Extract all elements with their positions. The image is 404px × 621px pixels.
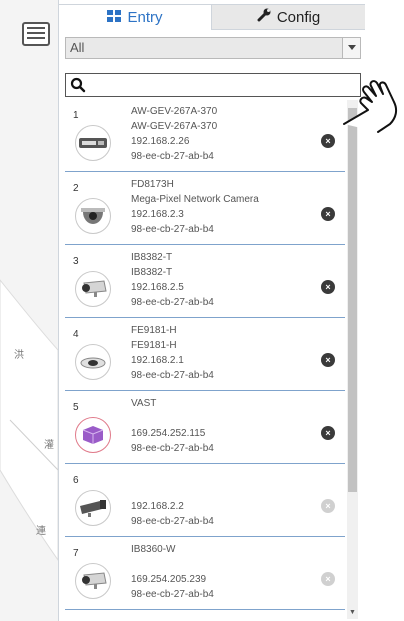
device-item[interactable]: 3 IB8382-T IB8382-T 192.168.2.5 98-ee-cb…: [65, 246, 345, 318]
device-description: AW-GEV-267A-370: [131, 121, 218, 132]
device-ip: 192.168.2.1: [131, 355, 184, 366]
device-index: 5: [73, 402, 79, 413]
scroll-down-arrow-icon[interactable]: ▼: [348, 609, 357, 617]
remove-device-button[interactable]: ×: [321, 572, 335, 586]
device-panel: Entry Config All 1 AW-GEV-267A-370 AW-GE…: [58, 0, 365, 621]
device-info: FE9181-H FE9181-H 192.168.2.1 98-ee-cb-2…: [131, 323, 311, 383]
device-mac: 98-ee-cb-27-ab-b4: [131, 516, 214, 527]
filter-select[interactable]: All: [65, 37, 361, 59]
device-mac: 98-ee-cb-27-ab-b4: [131, 224, 214, 235]
hand-pointer-icon: [343, 80, 398, 133]
map-label-3: 連: [36, 526, 46, 537]
map-label-2: 灌: [44, 440, 54, 451]
device-ip: 192.168.2.2: [131, 501, 184, 512]
device-mac: 98-ee-cb-27-ab-b4: [131, 370, 214, 381]
device-model: IB8382-T: [131, 252, 173, 263]
fisheye-camera-icon: [75, 344, 111, 380]
vast-server-icon: [75, 417, 111, 453]
tab-config[interactable]: Config: [212, 4, 365, 30]
device-info: 192.168.2.2 98-ee-cb-27-ab-b4: [131, 469, 311, 529]
search-icon: [70, 77, 86, 98]
device-mac: 98-ee-cb-27-ab-b4: [131, 443, 214, 454]
side-menu-button[interactable]: [22, 22, 50, 46]
device-info: FD8173H Mega-Pixel Network Camera 192.16…: [131, 177, 311, 237]
map-road-shapes: [0, 279, 58, 561]
remove-device-button[interactable]: ×: [321, 280, 335, 294]
list-menu-icon: [27, 27, 45, 39]
device-ip: 169.254.252.115: [131, 428, 206, 439]
device-description: [131, 411, 311, 426]
device-item[interactable]: 4 FE9181-H FE9181-H 192.168.2.1 98-ee-cb…: [65, 319, 345, 391]
bullet-camera-icon: [75, 271, 111, 307]
map-background: 洪 灌 連: [0, 0, 58, 621]
device-index: 1: [73, 110, 79, 121]
device-index: 6: [73, 475, 79, 486]
device-index: 4: [73, 329, 79, 340]
filter-selected-value: All: [70, 40, 85, 55]
device-mac: 98-ee-cb-27-ab-b4: [131, 297, 214, 308]
grid-icon: [107, 9, 122, 26]
device-description: [131, 557, 311, 572]
device-ip: 169.254.205.239: [131, 574, 207, 585]
device-index: 7: [73, 548, 79, 559]
wrench-icon: [257, 8, 271, 26]
map-label-1: 洪: [14, 350, 24, 361]
device-description: FE9181-H: [131, 340, 177, 351]
device-info: AW-GEV-267A-370 AW-GEV-267A-370 192.168.…: [131, 104, 311, 164]
device-model: FD8173H: [131, 179, 174, 190]
device-list: 1 AW-GEV-267A-370 AW-GEV-267A-370 192.16…: [65, 100, 345, 619]
remove-device-button[interactable]: ×: [321, 134, 335, 148]
remove-device-button[interactable]: ×: [321, 353, 335, 367]
panel-tabs: Entry Config: [59, 4, 365, 30]
list-scrollbar[interactable]: ▼: [347, 100, 358, 619]
device-mac: 98-ee-cb-27-ab-b4: [131, 589, 214, 600]
search-input[interactable]: [92, 76, 352, 94]
device-description: [131, 484, 311, 499]
tab-entry[interactable]: Entry: [59, 4, 212, 30]
remove-device-button[interactable]: ×: [321, 499, 335, 513]
device-model: AW-GEV-267A-370: [131, 106, 218, 117]
remove-device-button[interactable]: ×: [321, 426, 335, 440]
device-item[interactable]: 1 AW-GEV-267A-370 AW-GEV-267A-370 192.16…: [65, 100, 345, 172]
device-index: 2: [73, 183, 79, 194]
device-model: [131, 469, 311, 484]
tab-entry-label: Entry: [127, 9, 163, 26]
dropdown-arrow-icon: [342, 38, 360, 58]
device-info: IB8382-T IB8382-T 192.168.2.5 98-ee-cb-2…: [131, 250, 311, 310]
device-item[interactable]: 2 FD8173H Mega-Pixel Network Camera 192.…: [65, 173, 345, 245]
box-camera-icon: [75, 490, 111, 526]
device-model: VAST: [131, 398, 157, 409]
device-description: Mega-Pixel Network Camera: [131, 194, 259, 205]
device-model: FE9181-H: [131, 325, 177, 336]
device-item[interactable]: 5 VAST 169.254.252.115 98-ee-cb-27-ab-b4…: [65, 392, 345, 464]
dome-camera-icon: [75, 198, 111, 234]
switch-icon: [75, 125, 111, 161]
device-model: IB8360-W: [131, 544, 176, 555]
device-ip: 192.168.2.3: [131, 209, 184, 220]
device-item[interactable]: 6 192.168.2.2 98-ee-cb-27-ab-b4 ×: [65, 465, 345, 537]
device-index: 3: [73, 256, 79, 267]
device-mac: 98-ee-cb-27-ab-b4: [131, 151, 214, 162]
bullet-camera-icon: [75, 563, 111, 599]
remove-device-button[interactable]: ×: [321, 207, 335, 221]
device-ip: 192.168.2.26: [131, 136, 190, 147]
device-item[interactable]: 7 IB8360-W 169.254.205.239 98-ee-cb-27-a…: [65, 538, 345, 610]
scrollbar-thumb[interactable]: [348, 108, 357, 492]
device-description: IB8382-T: [131, 267, 173, 278]
search-box: [65, 73, 361, 97]
device-info: IB8360-W 169.254.205.239 98-ee-cb-27-ab-…: [131, 542, 311, 602]
device-ip: 192.168.2.5: [131, 282, 184, 293]
tab-config-label: Config: [276, 8, 321, 26]
device-info: VAST 169.254.252.115 98-ee-cb-27-ab-b4: [131, 396, 311, 456]
